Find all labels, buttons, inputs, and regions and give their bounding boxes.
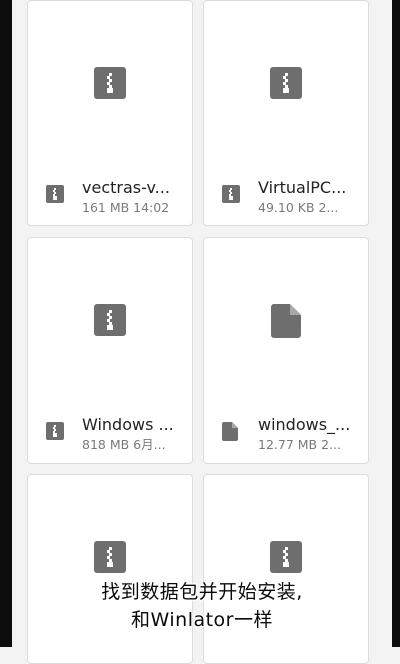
file-name: VirtualPC... (258, 178, 347, 197)
document-icon (222, 422, 238, 445)
file-name: Windows ... (82, 415, 174, 434)
file-name: vectras-v... (82, 178, 170, 197)
file-info: windows_... 12.77 MB 2... (222, 415, 358, 455)
zip-archive-icon (270, 67, 302, 103)
zip-archive-icon (46, 185, 64, 207)
file-info: VirtualPC... 49.10 KB 2... (222, 178, 358, 218)
file-info: Windows ... 818 MB 6月... (46, 415, 182, 455)
file-card[interactable] (203, 474, 369, 664)
zip-archive-icon (94, 541, 126, 577)
file-card[interactable]: VirtualPC... 49.10 KB 2... (203, 0, 369, 226)
zip-archive-icon (46, 422, 64, 444)
file-meta: 49.10 KB 2... (258, 200, 339, 215)
document-icon (271, 304, 301, 342)
file-meta: 12.77 MB 2... (258, 437, 341, 452)
zip-archive-icon (270, 541, 302, 577)
file-meta: 161 MB 14:02 (82, 200, 170, 215)
subtitle-line-1: 找到数据包并开始安装, (101, 581, 303, 603)
file-name: windows_... (258, 415, 351, 434)
file-card[interactable]: windows_... 12.77 MB 2... (203, 237, 369, 464)
screen-edge-right (392, 0, 400, 647)
zip-archive-icon (222, 185, 240, 207)
screen-edge-left (0, 0, 12, 647)
zip-archive-icon (94, 67, 126, 103)
file-card[interactable]: vectras-v... 161 MB 14:02 (27, 0, 193, 226)
file-meta: 818 MB 6月... (82, 437, 166, 452)
file-card[interactable] (27, 474, 193, 664)
zip-archive-icon (94, 304, 126, 340)
subtitle-line-2: 和Winlator一样 (131, 609, 273, 631)
file-card[interactable]: Windows ... 818 MB 6月... (27, 237, 193, 464)
file-info: vectras-v... 161 MB 14:02 (46, 178, 182, 218)
